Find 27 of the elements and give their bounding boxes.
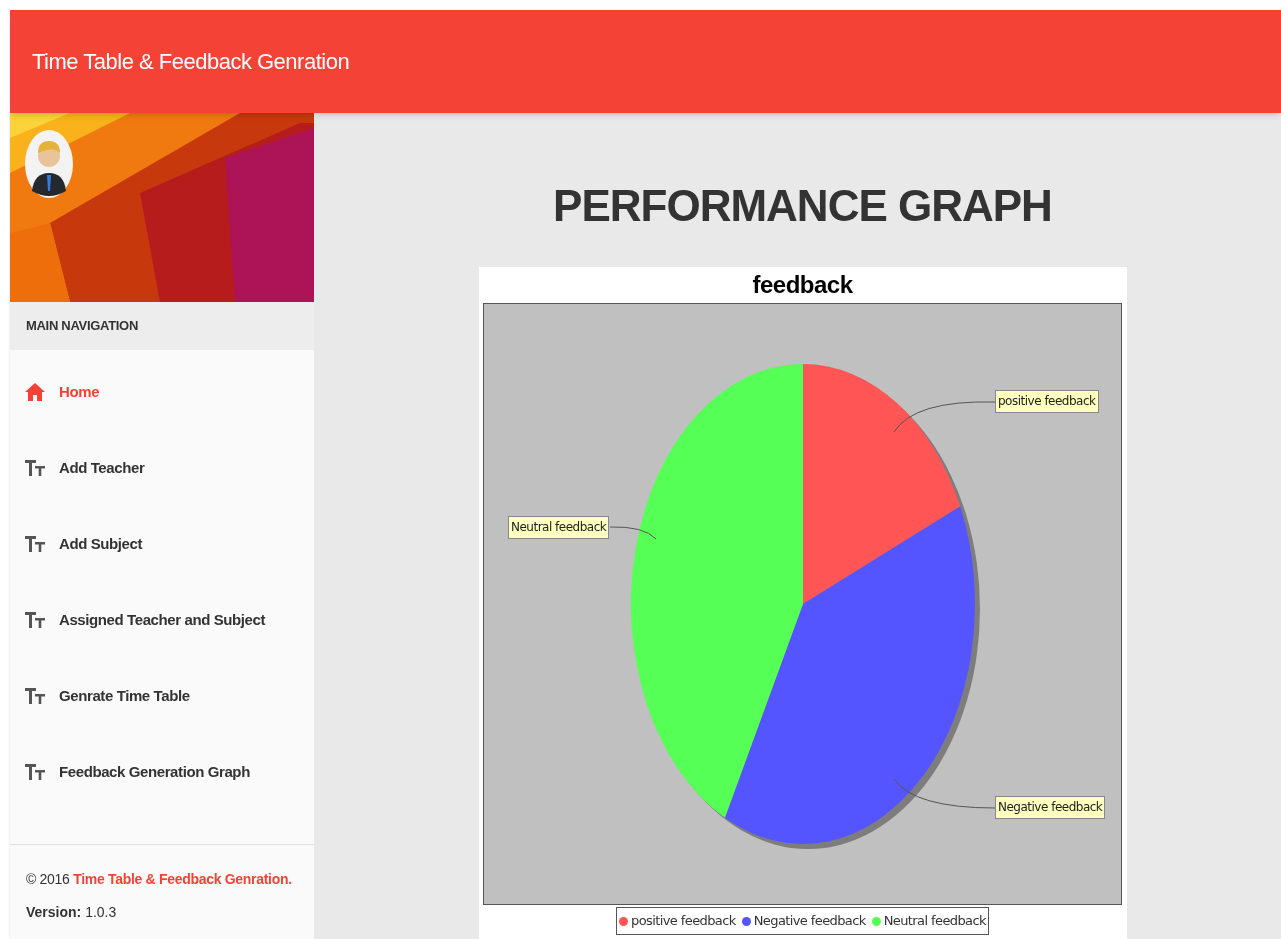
text-format-icon bbox=[25, 612, 45, 628]
nav-item[interactable]: Add Subject bbox=[10, 506, 314, 582]
chart-title: feedback bbox=[752, 270, 853, 300]
avatar bbox=[24, 129, 74, 199]
nav-item[interactable]: Assigned Teacher and Subject bbox=[10, 582, 314, 658]
text-format-icon bbox=[25, 460, 45, 476]
version-text: Version: 1.0.3 bbox=[26, 903, 118, 922]
nav-item[interactable]: Feedback Generation Graph bbox=[10, 734, 314, 810]
slice-label: positive feedback bbox=[995, 390, 1099, 413]
legend-label: Negative feedback bbox=[753, 912, 866, 931]
text-format-icon bbox=[25, 536, 45, 552]
app-title[interactable]: Time Table & Feedback Genration bbox=[32, 45, 350, 78]
home-icon bbox=[25, 383, 45, 401]
legend-label: positive feedback bbox=[631, 912, 736, 931]
nav-item[interactable]: Add Teacher bbox=[10, 430, 314, 506]
legend-label: Neutral feedback bbox=[883, 912, 986, 931]
text-format-icon bbox=[25, 764, 45, 780]
nav-item[interactable]: Genrate Time Table bbox=[10, 658, 314, 734]
slice-label: Neutral feedback bbox=[508, 516, 610, 539]
text-format-icon bbox=[25, 688, 45, 704]
leader-line bbox=[609, 526, 657, 540]
page-heading: PERFORMANCE GRAPH bbox=[553, 180, 1052, 232]
copyright-text: © 2016 Time Table & Feedback Genration. bbox=[26, 870, 293, 889]
nav-item[interactable]: Home bbox=[10, 354, 314, 430]
section-label: MAIN NAVIGATION bbox=[26, 317, 138, 336]
slice-label: Negative feedback bbox=[995, 796, 1106, 819]
copyright-link[interactable]: Time Table & Feedback Genration. bbox=[73, 871, 292, 887]
